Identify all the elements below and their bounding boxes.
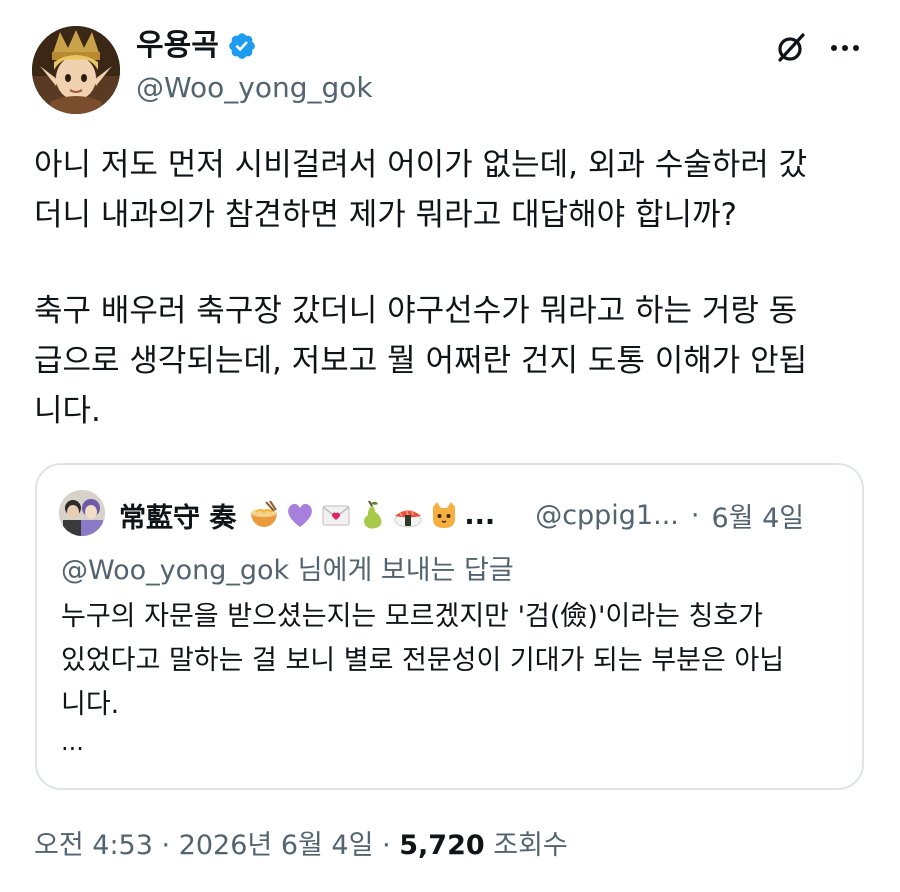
quoted-author-avatar [59,490,105,536]
quoted-tweet-date[interactable]: 6월 4일 [711,496,804,535]
quoted-name-ellipsis: ... [464,499,496,531]
quoted-author-handle[interactable]: @cppig1... [535,500,679,531]
post-time[interactable]: 오전 4:53 [34,830,153,861]
verified-badge-icon [227,31,257,61]
love-letter-emoji [320,499,352,531]
replying-to-label: @Woo_yong_gok 님에게 보내는 답글 [61,555,514,586]
quoted-tweet-header: 常藍守 奏 ... @cppig1... · 6월 4일 [119,493,804,537]
author-name-row[interactable]: 우용곡 [136,26,257,66]
purple-heart-emoji [284,499,316,531]
quoted-text-more: ... [61,728,84,756]
meta-separator: · [161,830,171,861]
quoted-text-line: 누구의 자문을 받으셨는지는 모르겠지만 '검(儉)'이라는 칭호가 [61,601,763,632]
author-avatar[interactable] [32,26,120,114]
tweet-paragraph: 아니 저도 먼저 시비걸려서 어이가 없는데, 외과 수술하러 갔 더니 내과의… [34,147,808,233]
quoted-avatar-image [59,490,105,536]
avatar-image [32,26,120,114]
pear-emoji [356,499,388,531]
post-date[interactable]: 2026년 6월 4일 [179,830,374,861]
more-dots-icon[interactable] [828,34,862,62]
header-separator: · [690,499,700,531]
tweet-meta: 오전 4:53 · 2026년 6월 4일 · 5,720 조회수 [34,826,568,866]
views-label: 조회수 [493,830,568,861]
quoted-tweet-text: 누구의 자문을 받으셨는지는 모르겠지만 '검(儉)'이라는 칭호가 있었다고 … [61,595,851,727]
tweet-text: 아니 저도 먼저 시비걸려서 어이가 없는데, 외과 수술하러 갔 더니 내과의… [34,140,874,436]
meta-separator: · [382,830,391,861]
grok-icon[interactable] [774,31,808,65]
sushi-emoji [392,499,424,531]
author-handle[interactable]: @Woo_yong_gok [136,70,373,106]
ramen-emoji [248,499,280,531]
quoted-author-name[interactable]: 常藍守 奏 [119,496,236,535]
author-display-name[interactable]: 우용곡 [136,26,219,66]
quoted-author-emojis [248,499,460,531]
cat-emoji [428,499,460,531]
views-count[interactable]: 5,720 [399,830,484,861]
tweet-paragraph: 축구 배우러 축구장 갔더니 야구선수가 뭐라고 하는 거랑 동 급으로 생각되… [34,293,808,429]
quoted-tweet-card[interactable]: 常藍守 奏 ... @cppig1... · 6월 4일 @Woo_yong_g… [35,463,864,790]
quoted-text-line: 니다. [61,689,120,720]
quoted-text-line: 있었다고 말하는 걸 보니 별로 전문성이 기대가 되는 부분은 아닙 [61,645,785,676]
